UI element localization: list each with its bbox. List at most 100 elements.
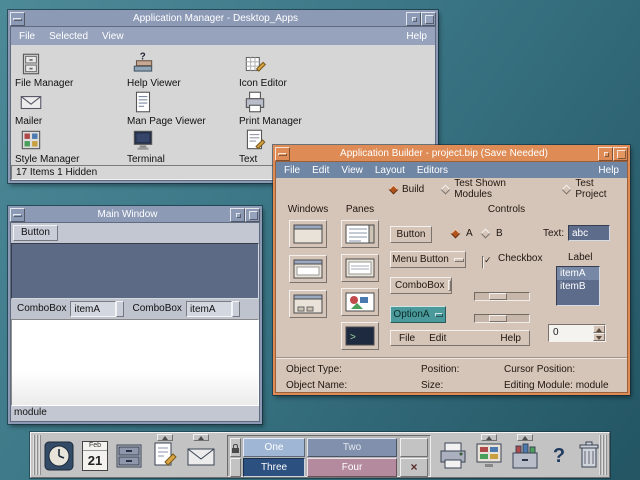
app-icon-print-manager[interactable]: Print Manager xyxy=(239,89,347,127)
sample-radio-b-indicator[interactable] xyxy=(481,229,491,239)
minimize-button[interactable] xyxy=(230,208,245,222)
menu-view[interactable]: View xyxy=(341,165,363,176)
style-manager-icon[interactable] xyxy=(473,439,505,473)
sample-list: itemA itemB xyxy=(556,266,600,306)
button-sample[interactable]: Button xyxy=(13,225,58,241)
palette-file-dialog-icon[interactable] xyxy=(289,290,327,318)
combobox-arrow-icon[interactable] xyxy=(116,301,124,317)
menu-help[interactable]: Help xyxy=(406,31,427,42)
workspace-four-button[interactable]: Four xyxy=(307,458,397,477)
titlebar[interactable]: Application Manager - Desktop_Apps xyxy=(10,12,436,26)
printer-icon[interactable] xyxy=(437,439,469,473)
titlebar[interactable]: Application Builder - project.bip (Save … xyxy=(275,147,628,161)
radio-indicator xyxy=(389,184,399,194)
app-icon-terminal[interactable]: Terminal xyxy=(127,127,235,165)
sample-checkbox-label[interactable]: Checkbox xyxy=(498,253,542,264)
sample-scale-2[interactable] xyxy=(474,314,530,323)
palette-custom-dialog-icon[interactable] xyxy=(289,255,327,283)
menu-edit[interactable]: Edit xyxy=(312,165,329,176)
combobox-arrow-icon[interactable] xyxy=(232,301,240,317)
sample-menu-edit[interactable]: Edit xyxy=(429,333,446,344)
window-menu-button[interactable] xyxy=(10,208,25,222)
sample-option-menu[interactable]: OptionA xyxy=(390,306,446,323)
workspace-one-button[interactable]: One xyxy=(243,438,305,457)
palette-scrolled-pane-icon[interactable] xyxy=(341,220,379,248)
scale-handle[interactable] xyxy=(489,293,507,300)
mailer-icon[interactable] xyxy=(185,439,217,473)
app-icon-icon-editor[interactable]: Icon Editor xyxy=(239,51,347,89)
menu-layout[interactable]: Layout xyxy=(375,165,405,176)
application-manager-icon[interactable] xyxy=(509,439,541,473)
sample-radio-b-label[interactable]: B xyxy=(496,228,503,239)
titlebar[interactable]: Main Window xyxy=(10,208,260,222)
calendar-icon[interactable]: Feb 21 xyxy=(79,439,111,473)
window-menu-icon xyxy=(13,214,22,217)
trash-icon[interactable] xyxy=(573,439,605,473)
help-icon[interactable]: ? xyxy=(543,439,575,473)
radio-test-shown-modules[interactable]: Test Shown Modules xyxy=(442,178,545,200)
scale-handle[interactable] xyxy=(489,315,507,322)
maximize-icon xyxy=(249,211,258,220)
menu-selected[interactable]: Selected xyxy=(49,31,88,42)
lock-button[interactable] xyxy=(230,438,241,457)
file-cabinet-icon xyxy=(18,51,44,77)
app-icon-help-viewer[interactable]: ? Help Viewer xyxy=(127,51,235,89)
window-menu-button[interactable] xyxy=(275,147,290,161)
window-menu-button[interactable] xyxy=(10,12,25,26)
file-manager-icon[interactable] xyxy=(113,439,145,473)
sample-radio-a-indicator[interactable] xyxy=(451,229,461,239)
blank-screen-button[interactable] xyxy=(230,458,241,477)
sample-menu-button[interactable]: Menu Button xyxy=(390,251,466,268)
clock-icon[interactable] xyxy=(43,439,75,473)
radio-build[interactable]: Build xyxy=(390,184,424,195)
window-main-window: Main Window Button ComboBox itemA ComboB… xyxy=(8,206,262,424)
panel-handle-left[interactable] xyxy=(33,435,41,475)
palette-draw-pane-icon[interactable] xyxy=(341,288,379,316)
palette-text-pane-icon[interactable] xyxy=(341,254,379,282)
workspace-three-button[interactable]: Three xyxy=(243,458,305,477)
spinbox-value[interactable]: 0 xyxy=(549,325,593,341)
text-editor-icon[interactable] xyxy=(149,439,181,473)
spin-down-icon[interactable] xyxy=(593,333,605,341)
menu-file[interactable]: File xyxy=(19,31,35,42)
app-icon-style-manager[interactable]: Style Manager xyxy=(15,127,123,165)
exit-button[interactable]: × xyxy=(400,458,428,477)
menu-help[interactable]: Help xyxy=(598,165,619,176)
workspace-two-button[interactable]: Two xyxy=(307,438,397,457)
combobox-value[interactable]: itemA xyxy=(186,301,232,317)
text-editor-icon xyxy=(242,127,268,153)
palette-main-window-icon[interactable] xyxy=(289,220,327,248)
calendar-page: Feb 21 xyxy=(82,441,108,471)
minimize-button[interactable] xyxy=(598,147,613,161)
maximize-button[interactable] xyxy=(245,208,260,222)
combobox-value[interactable]: itemA xyxy=(70,301,116,317)
spin-up-icon[interactable] xyxy=(593,325,605,333)
svg-text:>: > xyxy=(350,332,356,343)
minimize-button[interactable] xyxy=(406,12,421,26)
sample-scale-1[interactable] xyxy=(474,292,530,301)
sample-combobox[interactable]: ComboBox xyxy=(390,277,452,294)
sample-menu-file[interactable]: File xyxy=(399,333,415,344)
sample-radio-a-label[interactable]: A xyxy=(466,228,473,239)
radio-test-project[interactable]: Test Project xyxy=(563,178,627,200)
menu-view[interactable]: View xyxy=(102,31,124,42)
maximize-button[interactable] xyxy=(613,147,628,161)
menu-editors[interactable]: Editors xyxy=(417,165,448,176)
app-icon-man-page-viewer[interactable]: Man Page Viewer xyxy=(127,89,235,127)
maximize-button[interactable] xyxy=(421,12,436,26)
palette-term-pane-icon[interactable]: > xyxy=(341,322,379,350)
text-field-label: Text: xyxy=(543,228,564,239)
app-icon-file-manager[interactable]: File Manager xyxy=(15,51,123,89)
busy-light-button[interactable] xyxy=(400,438,428,457)
menu-file[interactable]: File xyxy=(284,165,300,176)
list-item[interactable]: itemA xyxy=(557,267,599,280)
sample-button[interactable]: Button xyxy=(390,226,432,243)
list-item[interactable]: itemB xyxy=(557,280,599,293)
sample-checkbox[interactable] xyxy=(482,256,484,269)
main-window-client: Button ComboBox itemA ComboBox itemA mod… xyxy=(10,222,260,422)
combobox-2[interactable]: ComboBox itemA xyxy=(128,301,239,317)
combobox-1[interactable]: ComboBox itemA xyxy=(13,301,124,317)
sample-menu-help[interactable]: Help xyxy=(500,333,521,344)
sample-text-field[interactable]: abc xyxy=(568,225,610,241)
app-icon-mailer[interactable]: Mailer xyxy=(15,89,123,127)
